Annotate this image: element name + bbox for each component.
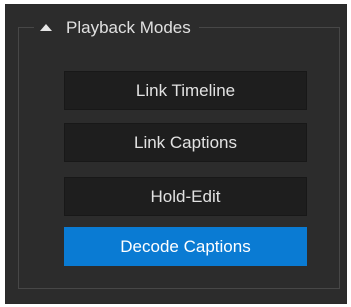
link-timeline-button[interactable]: Link Timeline	[64, 71, 307, 110]
playback-modes-panel: Playback Modes Link Timeline Link Captio…	[5, 4, 347, 304]
collapse-triangle-icon[interactable]	[40, 23, 52, 31]
playback-modes-window: Playback Modes Link Timeline Link Captio…	[0, 0, 351, 307]
decode-captions-button[interactable]: Decode Captions	[64, 227, 307, 266]
hold-edit-button[interactable]: Hold-Edit	[64, 177, 307, 216]
group-header[interactable]: Playback Modes	[34, 11, 199, 45]
link-captions-button[interactable]: Link Captions	[64, 123, 307, 162]
group-title: Playback Modes	[66, 18, 191, 37]
